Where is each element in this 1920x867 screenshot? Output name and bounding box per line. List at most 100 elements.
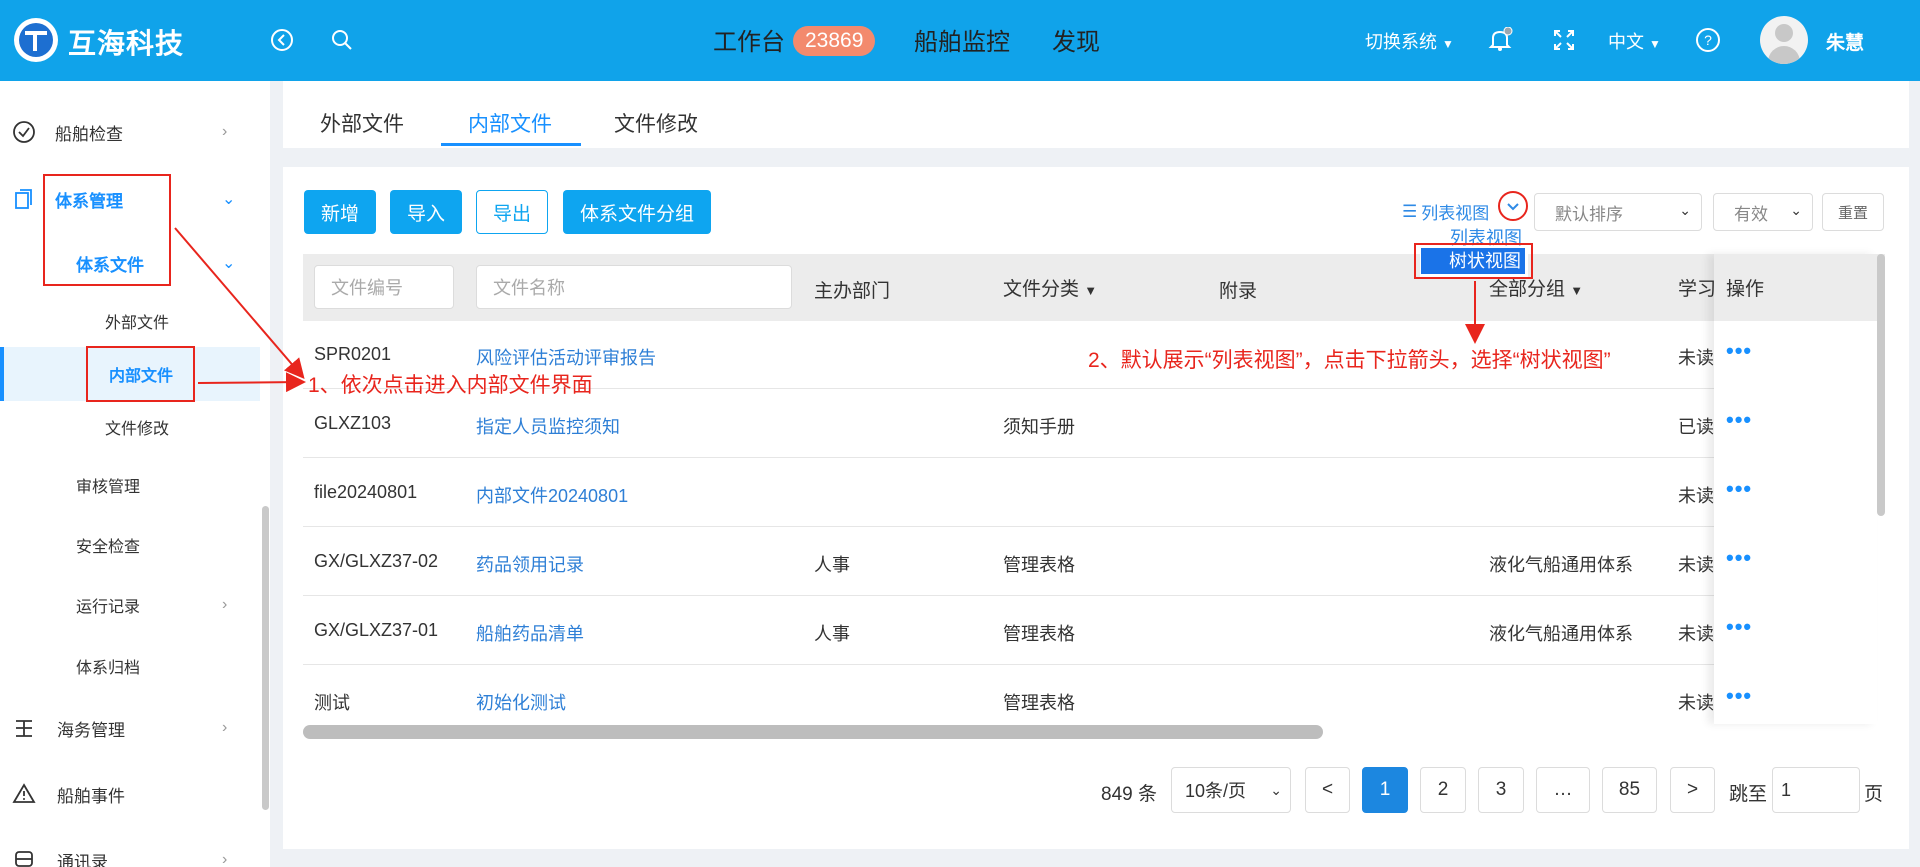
cell-code: GLXZ103 (314, 413, 392, 433)
sidebar-item-ship-events[interactable]: 船舶事件 (0, 774, 260, 814)
chevron-down-icon: ⌄ (1790, 202, 1802, 218)
row-more-button[interactable]: ••• (1726, 476, 1752, 502)
cell-name-link[interactable]: 初始化测试 (476, 689, 566, 715)
cell-name-link[interactable]: 内部文件20240801 (476, 482, 628, 508)
prev-page-button[interactable]: < (1305, 767, 1350, 813)
sidebar-item-operation-records[interactable]: 运行记录 › (0, 585, 260, 625)
chevron-down-icon: ⌄ (222, 191, 236, 208)
tab-internal-files[interactable]: 内部文件 (468, 108, 552, 138)
table-vertical-scrollbar[interactable] (1877, 254, 1885, 516)
cell-category: 须知手册 (1003, 417, 1075, 437)
add-button[interactable]: 新增 (304, 190, 376, 234)
language-dropdown[interactable]: 中文 ▼ (1608, 28, 1661, 54)
chevron-down-icon: ⌄ (1679, 202, 1691, 218)
chevron-right-icon: › (222, 596, 228, 613)
sidebar-item-contacts[interactable]: 通讯录 › (0, 840, 260, 867)
bell-icon[interactable] (1486, 26, 1514, 54)
switch-system-dropdown[interactable]: 切换系统 ▼ (1365, 28, 1454, 54)
help-icon[interactable]: ? (1694, 26, 1722, 54)
sort-select[interactable]: 默认排序 ⌄ (1534, 193, 1702, 231)
bus-icon (12, 848, 36, 867)
file-name-filter[interactable]: 文件名称 (476, 265, 792, 309)
caret-down-icon: ▼ (1649, 37, 1661, 51)
status-select[interactable]: 有效 ⌄ (1713, 193, 1813, 231)
header-category[interactable]: 文件分类 ▼ (1003, 274, 1097, 301)
sidebar-item-safety-check[interactable]: 安全检查 (0, 525, 260, 565)
avatar[interactable] (1760, 16, 1808, 64)
page-button-3[interactable]: 3 (1478, 767, 1524, 813)
sidebar-item-external-files[interactable]: 外部文件 (0, 301, 260, 341)
row-divider (303, 664, 1877, 665)
row-more-button[interactable]: ••• (1726, 338, 1752, 364)
sidebar-item-label: 文件修改 (105, 421, 170, 438)
tab-file-modification[interactable]: 文件修改 (614, 108, 698, 138)
sidebar-item-maritime-management[interactable]: 海务管理 › (0, 708, 260, 748)
chevron-right-icon: › (222, 719, 228, 736)
sidebar-item-label: 海务管理 (57, 720, 125, 740)
sidebar-item-file-modification[interactable]: 文件修改 (0, 407, 260, 447)
header-ops: 操作 (1726, 279, 1765, 300)
row-divider (303, 595, 1877, 596)
cell-study: 未读 (1678, 555, 1714, 575)
sidebar-item-ship-inspection[interactable]: 船舶检查 › (0, 112, 260, 152)
tab-external-files[interactable]: 外部文件 (320, 108, 404, 138)
row-more-button[interactable]: ••• (1726, 545, 1752, 571)
jump-page-input[interactable]: 1 (1772, 767, 1860, 813)
page-button-2[interactable]: 2 (1420, 767, 1466, 813)
page-size-select[interactable]: 10条/页 ⌄ (1171, 767, 1291, 813)
nav-discover[interactable]: 发现 (1052, 22, 1100, 57)
reset-button[interactable]: 重置 (1822, 193, 1884, 231)
cell-category: 管理表格 (1003, 624, 1075, 644)
cell-code: SPR0201 (314, 344, 392, 364)
svg-text:?: ? (1704, 32, 1712, 48)
file-group-button[interactable]: 体系文件分组 (563, 190, 711, 234)
document-icon (12, 187, 36, 211)
cell-study: 未读 (1678, 624, 1714, 644)
caret-down-icon: ▼ (1570, 283, 1584, 298)
fullscreen-icon[interactable] (1550, 26, 1578, 54)
page-suffix: 页 (1864, 784, 1884, 805)
row-more-button[interactable]: ••• (1726, 683, 1752, 709)
next-page-button[interactable]: > (1670, 767, 1715, 813)
cell-code: 测试 (314, 693, 350, 713)
cell-name-link[interactable]: 船舶药品清单 (476, 620, 584, 646)
import-button[interactable]: 导入 (390, 190, 462, 234)
page-button-85[interactable]: 85 (1602, 767, 1657, 813)
cell-category: 管理表格 (1003, 693, 1075, 713)
export-button[interactable]: 导出 (476, 190, 548, 234)
total-count: 849 条 (1101, 784, 1157, 805)
cell-name-link[interactable]: 风险评估活动评审报告 (476, 344, 656, 370)
cell-dept: 人事 (814, 555, 850, 575)
view-dropdown-arrow-highlight[interactable] (1498, 191, 1528, 221)
sidebar-scrollbar[interactable] (262, 506, 269, 810)
brand-name: 互海科技 (68, 28, 185, 59)
file-code-filter[interactable]: 文件编号 (314, 265, 454, 309)
cell-name-link[interactable]: 药品领用记录 (476, 551, 584, 577)
page-button-1[interactable]: 1 (1362, 767, 1408, 813)
cell-name-link[interactable]: 指定人员监控须知 (476, 413, 620, 439)
annotation-box-internal-files (86, 346, 195, 402)
sidebar-item-label: 安全检查 (76, 539, 141, 556)
user-name[interactable]: 朱慧 (1826, 28, 1864, 55)
annotation-box-system-management (43, 174, 171, 286)
row-divider (303, 526, 1877, 527)
sidebar-item-label: 审核管理 (76, 479, 141, 496)
chevron-down-icon: ⌄ (1270, 781, 1282, 798)
row-more-button[interactable]: ••• (1726, 614, 1752, 640)
nav-ship-monitor[interactable]: 船舶监控 (914, 22, 1010, 57)
jump-label: 跳至 (1729, 784, 1768, 805)
sidebar-item-audit-management[interactable]: 审核管理 (0, 465, 260, 505)
cell-study: 未读 (1678, 486, 1714, 506)
workbench-badge: 23869 (793, 26, 876, 56)
back-circle-icon[interactable] (268, 26, 296, 54)
active-tab-indicator (441, 143, 581, 146)
company-logo-icon (14, 18, 58, 62)
search-icon[interactable] (328, 26, 356, 54)
row-more-button[interactable]: ••• (1726, 407, 1752, 433)
caret-down-icon: ▼ (1084, 283, 1098, 298)
table-horizontal-scrollbar[interactable] (303, 725, 1323, 739)
nav-workbench[interactable]: 工作台 (713, 22, 785, 57)
page-ellipsis[interactable]: … (1536, 767, 1590, 813)
sidebar-item-system-archive[interactable]: 体系归档 (0, 646, 260, 686)
caret-down-icon: ▼ (1442, 37, 1454, 51)
